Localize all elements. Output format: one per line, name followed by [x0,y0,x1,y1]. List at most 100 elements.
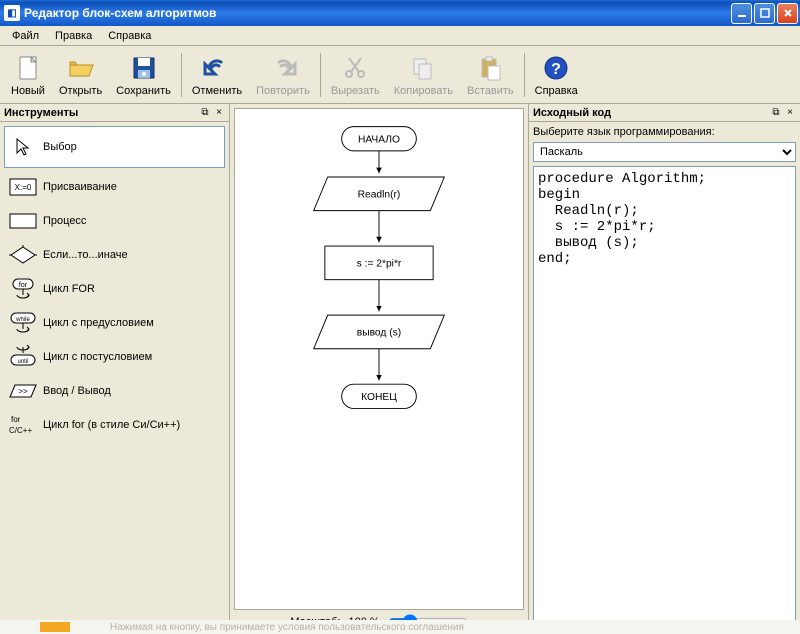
svg-text:for: for [11,415,21,424]
new-file-icon [12,52,44,84]
menu-help[interactable]: Справка [100,28,159,44]
while-loop-icon: while [9,313,37,333]
panel-pin-button[interactable]: ⧉ [199,107,211,118]
cut-button[interactable]: Вырезать [324,48,387,102]
tool-io[interactable]: >> Ввод / Вывод [4,376,225,406]
toolbar: Новый Открыть Сохранить Отменить Повтори… [0,46,800,104]
toolbar-separator [320,53,321,97]
copy-label: Копировать [394,85,453,97]
paste-label: Вставить [467,85,514,97]
tool-select[interactable]: Выбор [4,126,225,168]
menu-edit[interactable]: Правка [47,28,100,44]
flowchart-svg: НАЧАЛО Readln(r) s := 2*pi*r вывод (s) К… [249,109,509,469]
new-button[interactable]: Новый [4,48,52,102]
help-button[interactable]: ? Справка [528,48,585,102]
save-floppy-icon [128,52,160,84]
undo-icon [201,52,233,84]
maximize-button[interactable] [754,3,775,24]
node-output: вывод (s) [357,328,401,339]
panel-close-button[interactable]: × [784,107,796,118]
paste-button[interactable]: Вставить [460,48,521,102]
copy-button[interactable]: Копировать [387,48,460,102]
tool-while[interactable]: while Цикл с предусловием [4,308,225,338]
cfor-icon: for C/C++ [9,415,37,435]
diamond-icon [9,245,37,265]
tools-panel-header: Инструменты ⧉ × [0,104,229,122]
cut-scissors-icon [339,52,371,84]
assignment-icon: X:=0 [9,177,37,197]
code-panel-title: Исходный код [533,107,770,119]
toolbar-separator [181,53,182,97]
open-label: Открыть [59,85,102,97]
panel-pin-button[interactable]: ⧉ [770,107,782,118]
lang-select[interactable]: Паскаль [533,142,796,162]
footer-text: Нажимая на кнопку, вы принимаете условия… [110,622,464,633]
for-loop-icon: for [9,279,37,299]
new-label: Новый [11,85,45,97]
code-panel-header: Исходный код ⧉ × [529,104,800,122]
menubar: Файл Правка Справка [0,26,800,46]
svg-text:until: until [17,359,28,365]
window-title: Редактор блок-схем алгоритмов [24,6,731,20]
tool-label: Цикл с постусловием [43,351,152,363]
redo-icon [267,52,299,84]
svg-text:for: for [19,282,28,289]
svg-text:X:=0: X:=0 [15,183,32,192]
pointer-icon [9,137,37,157]
close-button[interactable] [777,3,798,24]
lang-label: Выберите язык программирования: [533,126,796,138]
svg-text:?: ? [551,61,561,78]
tool-label: Если...то...иначе [43,249,128,261]
help-icon: ? [540,52,572,84]
node-end: КОНЕЦ [361,392,397,403]
save-label: Сохранить [116,85,171,97]
tool-label: Процесс [43,215,86,227]
undo-label: Отменить [192,85,242,97]
process-icon [9,211,37,231]
tool-assignment[interactable]: X:=0 Присваивание [4,172,225,202]
redo-label: Повторить [256,85,310,97]
help-label: Справка [535,85,578,97]
paste-icon [474,52,506,84]
tool-label: Цикл FOR [43,283,95,295]
code-output[interactable]: procedure Algorithm; begin Readln(r); s … [533,166,796,630]
tool-label: Цикл с предусловием [43,317,154,329]
toolbar-separator [524,53,525,97]
redo-button[interactable]: Повторить [249,48,317,102]
minimize-button[interactable] [731,3,752,24]
canvas-panel: НАЧАЛО Readln(r) s := 2*pi*r вывод (s) К… [230,104,528,634]
tools-panel-title: Инструменты [4,107,199,119]
node-start: НАЧАЛО [358,134,400,145]
tool-label: Ввод / Вывод [43,385,111,397]
open-button[interactable]: Открыть [52,48,109,102]
node-readln: Readln(r) [358,190,401,201]
footer-badge [40,622,70,632]
svg-text:C/C++: C/C++ [9,426,32,435]
tool-label: Присваивание [43,181,117,193]
save-button[interactable]: Сохранить [109,48,178,102]
undo-button[interactable]: Отменить [185,48,249,102]
flowchart-canvas[interactable]: НАЧАЛО Readln(r) s := 2*pi*r вывод (s) К… [234,108,524,610]
app-icon: ◧ [4,5,20,21]
titlebar: ◧ Редактор блок-схем алгоритмов [0,0,800,26]
copy-icon [407,52,439,84]
tool-if-else[interactable]: Если...то...иначе [4,240,225,270]
open-folder-icon [65,52,97,84]
tool-process[interactable]: Процесс [4,206,225,236]
svg-text:>>: >> [18,387,28,396]
tool-list: Выбор X:=0 Присваивание Процесс Если...т… [0,122,229,444]
tool-cfor[interactable]: for C/C++ Цикл for (в стиле Си/Си++) [4,410,225,440]
panel-close-button[interactable]: × [213,107,225,118]
until-loop-icon: until [9,347,37,367]
menu-file[interactable]: Файл [4,28,47,44]
footer-strip: Нажимая на кнопку, вы принимаете условия… [0,620,800,634]
tools-panel: Инструменты ⧉ × Выбор X:=0 Присваивание … [0,104,230,634]
tool-label: Выбор [43,141,77,153]
io-parallelogram-icon: >> [9,381,37,401]
tool-until[interactable]: until Цикл с постусловием [4,342,225,372]
node-process: s := 2*pi*r [357,259,402,270]
cut-label: Вырезать [331,85,380,97]
svg-text:while: while [15,317,30,323]
tool-for[interactable]: for Цикл FOR [4,274,225,304]
tool-label: Цикл for (в стиле Си/Си++) [43,419,180,431]
